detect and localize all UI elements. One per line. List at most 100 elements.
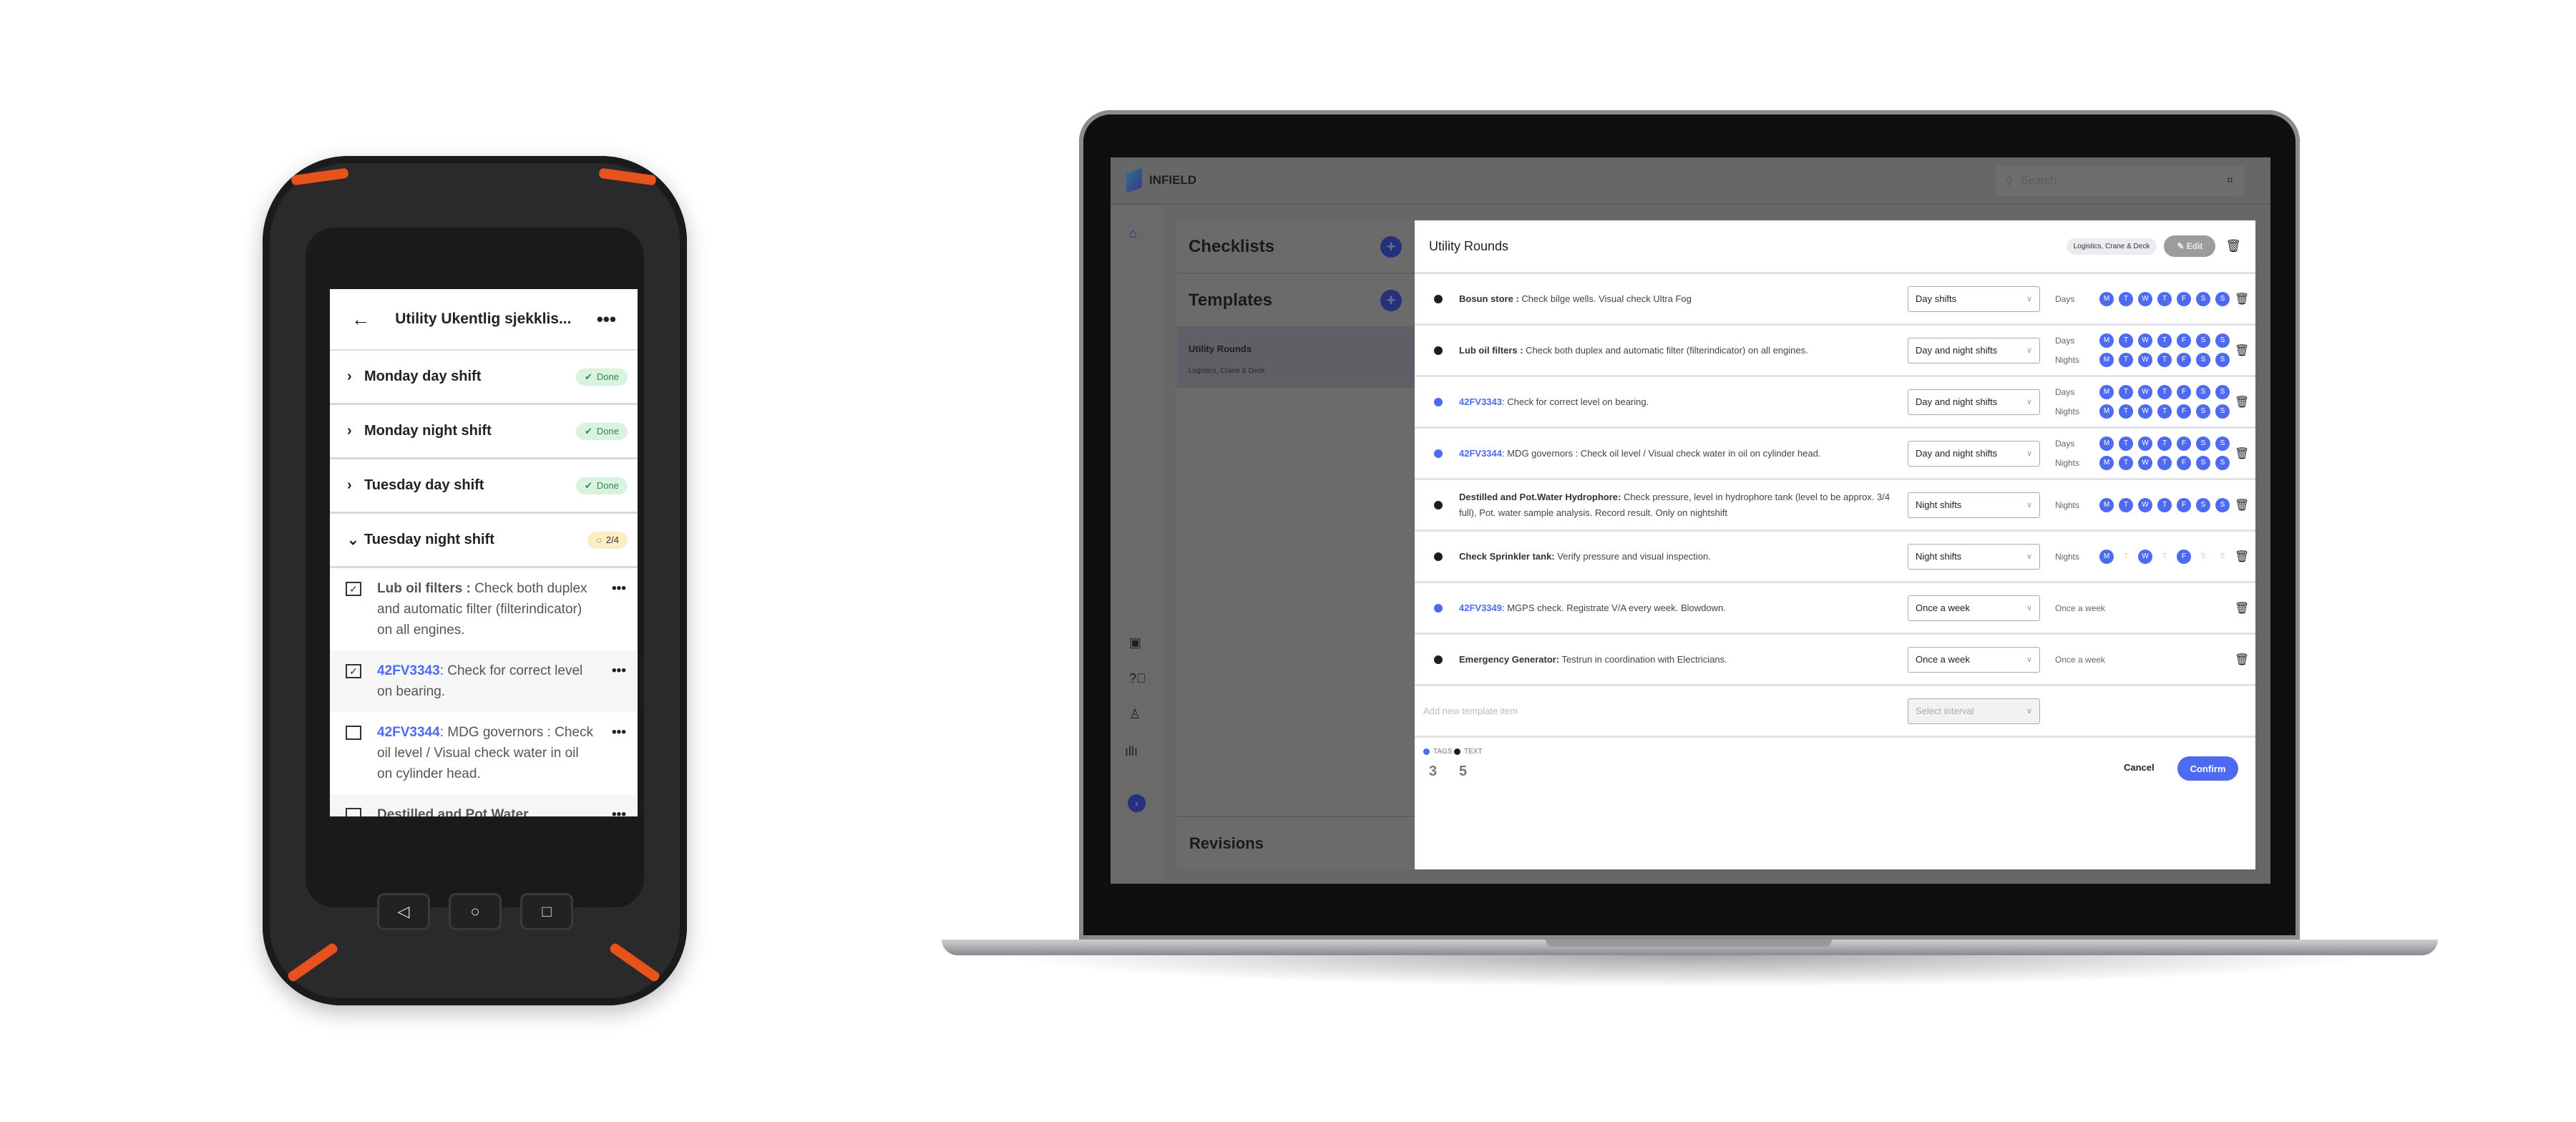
more-horizontal-icon[interactable]: ••• — [597, 308, 616, 331]
checkbox[interactable] — [346, 808, 361, 816]
more-horizontal-icon[interactable]: ••• — [597, 722, 626, 784]
weekday-toggle[interactable]: S — [2215, 456, 2230, 470]
weekday-toggle[interactable]: T — [2119, 404, 2133, 419]
weekday-toggle[interactable]: F — [2177, 385, 2191, 399]
expand-icon[interactable]: › — [1128, 794, 1146, 812]
weekday-toggle[interactable]: S — [2196, 456, 2210, 470]
weekday-toggle[interactable]: M — [2099, 291, 2114, 306]
weekday-toggle[interactable]: T — [2157, 385, 2172, 399]
tag-link[interactable]: 42FV3344 — [377, 725, 440, 740]
weekday-toggle[interactable]: M — [2099, 436, 2114, 451]
checkbox[interactable]: ✓ — [346, 664, 361, 678]
weekday-toggle[interactable]: T — [2157, 353, 2172, 367]
trash-icon[interactable]: 🗑 — [2235, 292, 2249, 306]
interval-select[interactable]: Select interval ∨ — [1908, 698, 2040, 724]
shift-section[interactable]: › Monday night shift ✔ Done — [330, 405, 638, 459]
weekday-toggle[interactable]: W — [2138, 353, 2152, 367]
weekday-toggle[interactable]: S — [2196, 333, 2210, 348]
weekday-toggle[interactable]: S — [2215, 333, 2230, 348]
help-icon[interactable]: ?⃝ — [1129, 671, 1146, 686]
trash-icon[interactable]: 🗑 — [2235, 653, 2249, 667]
weekday-toggle[interactable]: S — [2196, 550, 2210, 564]
weekday-toggle[interactable]: W — [2138, 385, 2152, 399]
more-horizontal-icon[interactable]: ••• — [597, 578, 626, 640]
interval-select[interactable]: Day and night shifts ∨ — [1908, 389, 2040, 415]
weekday-toggle[interactable]: W — [2138, 404, 2152, 419]
weekday-toggle[interactable]: F — [2177, 497, 2191, 512]
shift-section[interactable]: › Tuesday day shift ✔ Done — [330, 459, 638, 514]
weekday-toggle[interactable]: F — [2177, 549, 2191, 564]
weekday-toggle[interactable]: T — [2157, 456, 2172, 470]
trash-icon[interactable]: 🗑 — [2235, 447, 2249, 461]
weekday-toggle[interactable]: T — [2157, 497, 2172, 512]
weekday-toggle[interactable]: S — [2196, 353, 2210, 367]
weekday-toggle[interactable]: M — [2099, 497, 2114, 512]
weekday-toggle[interactable]: S — [2215, 353, 2230, 367]
template-item-selected[interactable]: Utility Rounds Logistics, Crane & Deck — [1177, 328, 1415, 388]
trash-icon[interactable]: 🗑 — [2235, 395, 2249, 409]
weekday-toggle[interactable]: S — [2215, 291, 2230, 306]
interval-select[interactable]: Once a week ∨ — [1908, 595, 2040, 621]
weekday-toggle[interactable]: T — [2119, 333, 2133, 348]
weekday-toggle[interactable]: T — [2119, 353, 2133, 367]
weekday-toggle[interactable]: W — [2138, 333, 2152, 348]
weekday-toggle[interactable]: M — [2099, 549, 2114, 564]
weekday-toggle[interactable]: S — [2215, 385, 2230, 399]
weekday-toggle[interactable]: S — [2215, 550, 2230, 564]
interval-select[interactable]: Once a week ∨ — [1908, 646, 2040, 673]
weekday-toggle[interactable]: T — [2119, 550, 2133, 564]
trash-icon[interactable]: 🗑 — [2225, 239, 2241, 253]
weekday-toggle[interactable]: W — [2138, 291, 2152, 306]
weekday-toggle[interactable]: F — [2177, 333, 2191, 348]
weekday-toggle[interactable]: S — [2215, 497, 2230, 512]
weekday-toggle[interactable]: W — [2138, 436, 2152, 451]
weekday-toggle[interactable]: M — [2099, 333, 2114, 348]
trash-icon[interactable]: 🗑 — [2235, 550, 2249, 564]
confirm-button[interactable]: Confirm — [2177, 756, 2238, 781]
shift-section[interactable]: › Monday day shift ✔ Done — [330, 351, 638, 405]
weekday-toggle[interactable]: M — [2099, 456, 2114, 470]
cancel-button[interactable]: Cancel — [2124, 762, 2155, 773]
checklists-section[interactable]: Checklists + — [1177, 220, 1415, 274]
weekday-toggle[interactable]: T — [2157, 333, 2172, 348]
weekday-toggle[interactable]: S — [2196, 404, 2210, 419]
arrow-left-icon[interactable]: ← — [351, 308, 370, 331]
recent-nav-button[interactable]: □ — [520, 893, 573, 930]
add-template-icon[interactable]: + — [1380, 289, 1402, 311]
add-checklist-icon[interactable]: + — [1380, 235, 1402, 258]
weekday-toggle[interactable]: S — [2215, 404, 2230, 419]
weekday-toggle[interactable]: T — [2157, 436, 2172, 451]
home-icon[interactable]: ⌂ — [1129, 226, 1137, 241]
weekday-toggle[interactable]: M — [2099, 404, 2114, 419]
more-horizontal-icon[interactable]: ••• — [597, 660, 626, 702]
weekday-toggle[interactable]: F — [2177, 404, 2191, 419]
tag-link[interactable]: 42FV3344 — [1459, 448, 1502, 459]
weekday-toggle[interactable]: T — [2119, 456, 2133, 470]
home-nav-button[interactable]: ○ — [449, 893, 502, 930]
interval-select[interactable]: Night shifts ∨ — [1908, 492, 2040, 518]
tag-link[interactable]: 42FV3343 — [377, 663, 440, 678]
trash-icon[interactable]: 🗑 — [2235, 601, 2249, 615]
chat-icon[interactable]: ▣ — [1129, 635, 1141, 650]
trash-icon[interactable]: 🗑 — [2235, 343, 2249, 358]
weekday-toggle[interactable]: F — [2177, 456, 2191, 470]
weekday-toggle[interactable]: F — [2177, 291, 2191, 306]
user-icon[interactable]: ♙ — [1129, 707, 1141, 722]
weekday-toggle[interactable]: W — [2138, 456, 2152, 470]
weekday-toggle[interactable]: T — [2119, 291, 2133, 306]
weekday-toggle[interactable]: T — [2119, 497, 2133, 512]
weekday-toggle[interactable]: S — [2196, 385, 2210, 399]
weekday-toggle[interactable]: T — [2119, 436, 2133, 451]
search-input[interactable]: ⚲ Search ⌗ — [1996, 166, 2243, 196]
checkbox[interactable]: ✓ — [346, 582, 361, 596]
interval-select[interactable]: Day and night shifts ∨ — [1908, 337, 2040, 364]
weekday-toggle[interactable]: M — [2099, 385, 2114, 399]
shift-section[interactable]: ⌄ Tuesday night shift ◌ 2/4 — [330, 514, 638, 568]
weekday-toggle[interactable]: T — [2119, 385, 2133, 399]
interval-select[interactable]: Night shifts ∨ — [1908, 543, 2040, 570]
new-item-input[interactable]: Add new template item — [1423, 706, 1518, 716]
trash-icon[interactable]: 🗑 — [2235, 498, 2249, 512]
interval-select[interactable]: Day and night shifts ∨ — [1908, 440, 2040, 467]
edit-button[interactable]: ✎ Edit — [2164, 235, 2216, 257]
revisions-section[interactable]: Revisions — [1177, 816, 1415, 869]
